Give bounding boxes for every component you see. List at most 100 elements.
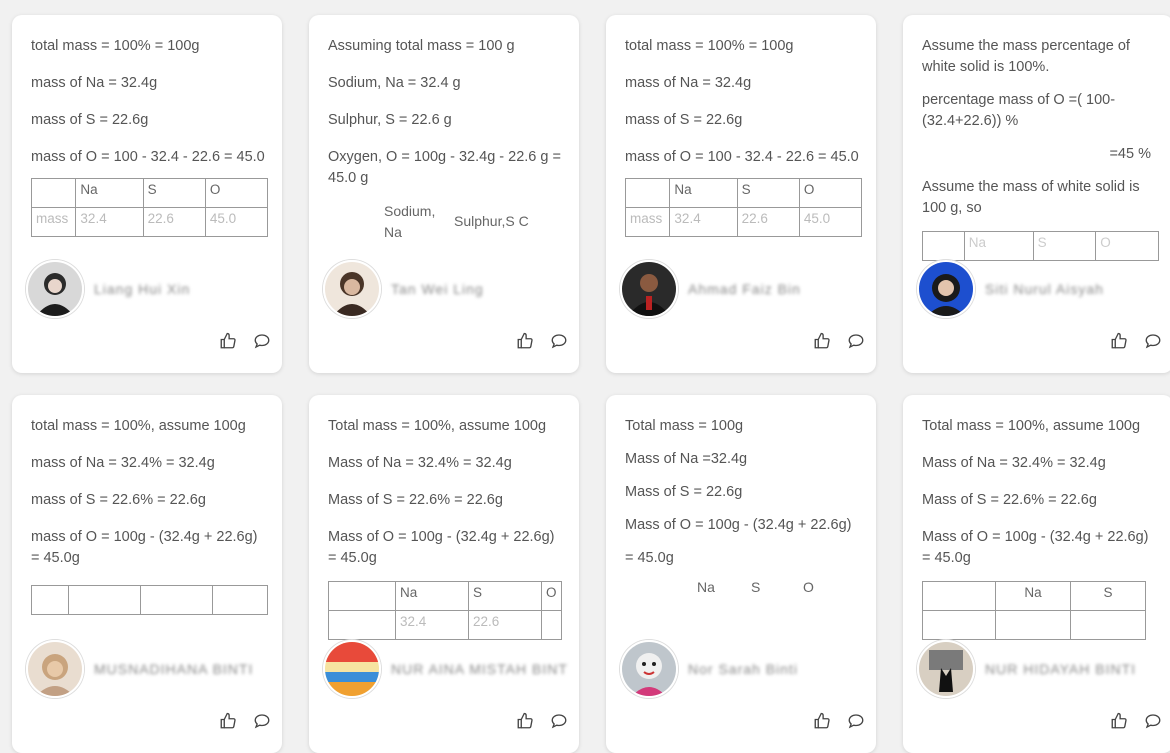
comment-icon[interactable]	[549, 711, 569, 731]
post-actions	[515, 711, 569, 731]
author-name: Liang Hui Xin	[94, 281, 191, 297]
post-line: =45 %	[1109, 146, 1151, 162]
post-content: Total mass = 100%, assume 100g Mass of N…	[328, 416, 565, 640]
post-card[interactable]: total mass = 100% = 100g mass of Na = 32…	[606, 15, 876, 373]
table-cell: 22.6	[468, 610, 542, 640]
post-line: mass of Na = 32.4g	[31, 75, 158, 91]
avatar[interactable]	[620, 260, 678, 318]
comment-icon[interactable]	[846, 331, 866, 351]
post-actions	[1109, 711, 1163, 731]
thumbs-up-icon[interactable]	[1109, 331, 1129, 351]
post-line: mass of S = 22.6g	[625, 112, 743, 128]
post-actions	[1109, 331, 1163, 351]
table-cell	[995, 610, 1071, 640]
post-author: Siti Nurul Aisyah	[917, 259, 1104, 319]
post-card[interactable]: Assume the mass percentage of white soli…	[903, 15, 1170, 373]
post-line: Mass of O = 100g - (32.4g + 22.6g) = 45.…	[328, 529, 555, 566]
table-cell: 32.4	[395, 610, 469, 640]
table-cell: 45.0	[204, 207, 269, 237]
thumbs-up-icon[interactable]	[515, 711, 535, 731]
author-name: NUR AINA MISTAH BINT	[391, 661, 568, 677]
table-cell	[30, 178, 77, 208]
post-line: mass of O = 100 - 32.4 - 22.6 = 45.0	[31, 149, 265, 165]
post-author: Tan Wei Ling	[323, 259, 484, 319]
data-table: Na S O	[922, 231, 1159, 261]
table-cell: mass	[624, 207, 671, 237]
author-name: NUR HIDAYAH BINTI	[985, 661, 1137, 677]
comment-icon[interactable]	[846, 711, 866, 731]
post-content: Total mass = 100g Mass of Na =32.4g Mass…	[625, 416, 862, 598]
post-line: Oxygen, O = 100g - 32.4g - 22.6 g = 45.0…	[328, 149, 561, 186]
post-line: Total mass = 100g	[625, 418, 744, 434]
avatar[interactable]	[917, 260, 975, 318]
table-cell	[922, 581, 996, 611]
post-card[interactable]: total mass = 100% = 100g mass of Na = 32…	[12, 15, 282, 373]
author-name: Ahmad Faiz Bin	[688, 281, 801, 297]
data-table: Na S O mass 32.4 22.6 45.0	[624, 178, 863, 237]
table-cell	[140, 585, 214, 615]
author-name: MUSNADIHANA BINTI	[94, 661, 254, 677]
post-card[interactable]: Total mass = 100%, assume 100g Mass of N…	[903, 395, 1170, 753]
table-cell: S	[468, 581, 542, 611]
table-cell: 22.6	[142, 207, 206, 237]
table-cell: S	[142, 178, 206, 208]
post-line: Assume the mass of white solid is 100 g,…	[922, 179, 1140, 216]
avatar[interactable]	[323, 640, 381, 698]
post-card[interactable]: Assuming total mass = 100 g Sodium, Na =…	[309, 15, 579, 373]
table-cell	[30, 585, 70, 615]
thumbs-up-icon[interactable]	[218, 331, 238, 351]
post-content: Assuming total mass = 100 g Sodium, Na =…	[328, 36, 565, 243]
post-line: total mass = 100% = 100g	[31, 38, 200, 54]
comment-icon[interactable]	[549, 331, 569, 351]
comment-icon[interactable]	[1143, 711, 1163, 731]
avatar[interactable]	[26, 260, 84, 318]
table-cell: 32.4	[75, 207, 144, 237]
table-cell: Na	[75, 178, 144, 208]
data-table: Na S	[922, 581, 1146, 640]
post-author: Ahmad Faiz Bin	[620, 259, 801, 319]
thumbs-up-icon[interactable]	[812, 331, 832, 351]
comment-icon[interactable]	[1143, 331, 1163, 351]
avatar[interactable]	[26, 640, 84, 698]
header-text: Sulphur,S C	[454, 213, 529, 229]
table-cell: 45.0	[798, 207, 863, 237]
post-actions	[515, 331, 569, 351]
table-cell	[922, 231, 965, 261]
comment-icon[interactable]	[252, 711, 272, 731]
post-line: percentage mass of O =( 100-(32.4+22.6))…	[922, 92, 1116, 129]
table-cell	[922, 610, 996, 640]
post-content: Total mass = 100%, assume 100g Mass of N…	[922, 416, 1159, 640]
table-cell: 32.4	[669, 207, 738, 237]
thumbs-up-icon[interactable]	[812, 711, 832, 731]
table-cell: S	[1032, 231, 1097, 261]
table-cell	[624, 178, 671, 208]
post-author: Liang Hui Xin	[26, 259, 190, 319]
avatar[interactable]	[323, 260, 381, 318]
post-line: mass of Na = 32.4g	[625, 75, 752, 91]
post-line: Mass of S = 22.6% = 22.6g	[328, 492, 503, 508]
post-line: Mass of Na =32.4g	[625, 451, 748, 467]
post-actions	[218, 331, 272, 351]
post-content: total mass = 100% = 100g mass of Na = 32…	[30, 36, 269, 237]
post-author: NUR AINA MISTAH BINT	[323, 639, 568, 699]
table-cell	[328, 610, 396, 640]
table-cell: O	[204, 178, 269, 208]
avatar[interactable]	[917, 640, 975, 698]
inline-table-header: Sodium, Na Sulphur,S C	[384, 201, 565, 243]
thumbs-up-icon[interactable]	[218, 711, 238, 731]
post-author: Nor Sarah Binti	[620, 639, 798, 699]
data-table	[30, 585, 268, 615]
post-line: mass of S = 22.6g	[31, 112, 149, 128]
post-line: Mass of Na = 32.4% = 32.4g	[328, 455, 512, 471]
avatar[interactable]	[620, 640, 678, 698]
post-card[interactable]: Total mass = 100%, assume 100g Mass of N…	[309, 395, 579, 753]
comment-icon[interactable]	[252, 331, 272, 351]
post-card[interactable]: Total mass = 100g Mass of Na =32.4g Mass…	[606, 395, 876, 753]
thumbs-up-icon[interactable]	[515, 331, 535, 351]
post-line: Assuming total mass = 100 g	[328, 38, 515, 54]
post-actions	[812, 711, 866, 731]
post-card[interactable]: total mass = 100%, assume 100g mass of N…	[12, 395, 282, 753]
table-cell: S	[736, 178, 800, 208]
thumbs-up-icon[interactable]	[1109, 711, 1129, 731]
header-text: O	[803, 579, 814, 595]
